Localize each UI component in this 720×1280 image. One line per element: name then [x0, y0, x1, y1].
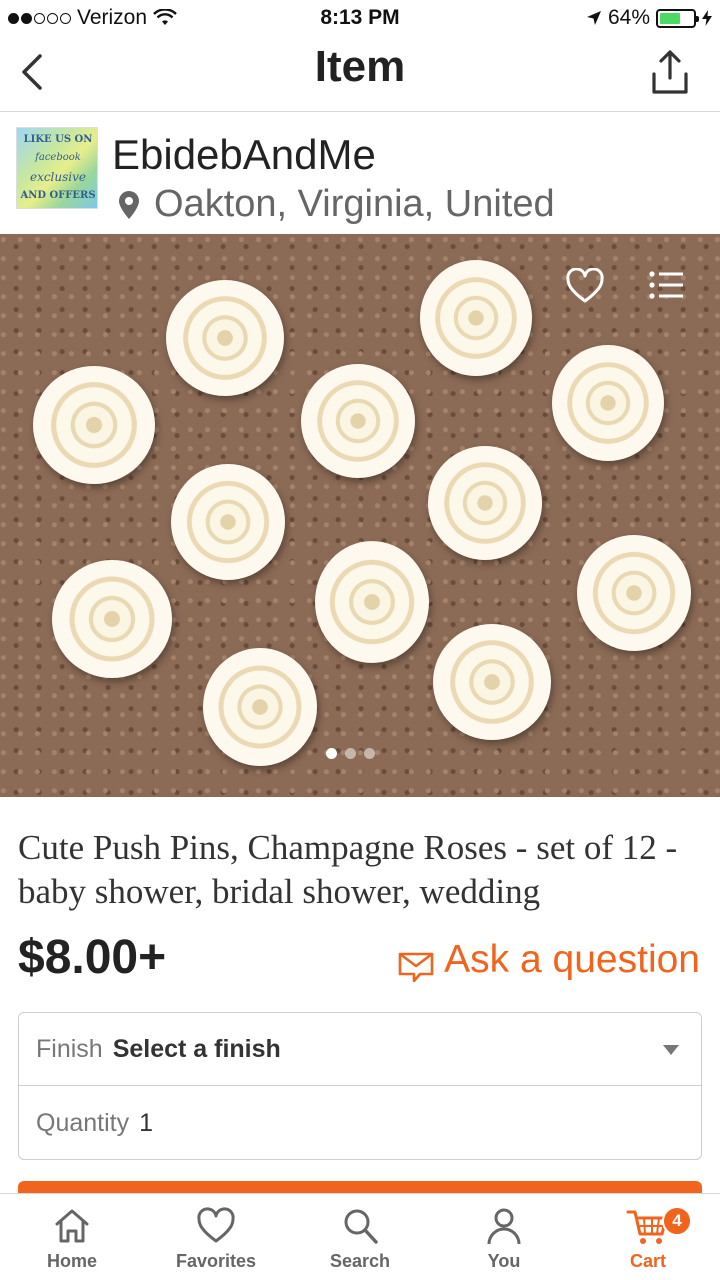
page-dot	[345, 748, 356, 759]
avatar-text-2: facebook	[35, 152, 81, 163]
page-dot	[364, 748, 375, 759]
finish-select[interactable]: Finish Select a finish	[19, 1013, 701, 1086]
avatar-text-3: exclusive	[29, 170, 87, 184]
finish-value: Select a finish	[112, 1034, 281, 1063]
battery-icon	[656, 8, 699, 28]
shop-location: Oakton, Virginia, United	[118, 183, 555, 226]
rose-pin	[171, 464, 285, 580]
tab-favorites[interactable]: Favorites	[144, 1194, 288, 1280]
tab-home-label: Home	[46, 1251, 97, 1271]
item-price: $8.00+	[18, 931, 167, 984]
rose-pin	[315, 541, 429, 663]
rose-pin	[552, 345, 664, 461]
status-bar: Verizon 8:13 PM 64%	[0, 0, 720, 36]
rose-pin	[52, 560, 172, 678]
ask-question-button[interactable]: Ask a question	[398, 938, 700, 982]
variation-box: Finish Select a finish Quantity 1	[18, 1012, 702, 1160]
rose-pin	[433, 624, 551, 740]
heart-icon	[197, 1207, 235, 1243]
tab-search-label: Search	[329, 1251, 391, 1271]
list-icon[interactable]	[648, 270, 684, 300]
page-dot-active	[326, 748, 337, 759]
envelope-icon	[398, 952, 434, 982]
person-icon	[487, 1208, 521, 1245]
cart-badge: 4	[662, 1206, 692, 1236]
page-title: Item	[314, 42, 406, 91]
photo-page-indicator[interactable]	[326, 748, 375, 759]
shop-avatar[interactable]: LIKE US ON facebook exclusive AND OFFERS	[16, 127, 98, 209]
product-photo[interactable]	[0, 234, 720, 797]
tab-favorites-label: Favorites	[175, 1251, 257, 1271]
tab-you[interactable]: You	[432, 1194, 576, 1280]
rose-pin	[203, 648, 317, 766]
tab-home[interactable]: Home	[0, 1194, 144, 1280]
rose-pin	[577, 535, 691, 651]
home-icon	[55, 1209, 89, 1243]
caret-down-icon	[663, 1045, 679, 1055]
rose-pin	[166, 280, 284, 396]
quantity-value: 1	[139, 1109, 154, 1137]
tab-search[interactable]: Search	[288, 1194, 432, 1280]
avatar-text-4: AND OFFERS	[20, 190, 96, 201]
quantity-label: Quantity	[36, 1109, 130, 1137]
status-right: 64%	[586, 6, 712, 30]
tab-you-label: You	[487, 1251, 521, 1271]
shop-location-text: Oakton, Virginia, United	[154, 183, 555, 225]
rose-pin	[301, 364, 415, 478]
finish-label: Finish	[36, 1034, 103, 1063]
search-icon	[344, 1209, 378, 1244]
location-arrow-icon	[586, 11, 601, 25]
location-pin-icon	[119, 190, 139, 219]
tab-cart-label: Cart	[629, 1251, 666, 1271]
tab-bar: Home Favorites Search You 4 Cart	[0, 1193, 720, 1280]
heart-outline-icon[interactable]	[566, 268, 604, 304]
battery-percent: 64%	[607, 6, 650, 29]
charging-bolt-icon	[702, 10, 712, 26]
navigation-bar: Item	[0, 36, 720, 112]
rose-pin	[428, 446, 542, 560]
quantity-select[interactable]: Quantity 1	[19, 1087, 701, 1160]
ask-question-label: Ask a question	[444, 938, 700, 981]
avatar-text-1: LIKE US ON	[23, 134, 93, 145]
rose-pin	[33, 366, 155, 484]
shop-name[interactable]: EbidebAndMe	[112, 131, 376, 179]
tab-cart[interactable]: 4 Cart	[576, 1194, 720, 1280]
rose-pin	[420, 260, 532, 376]
shop-header[interactable]: LIKE US ON facebook exclusive AND OFFERS…	[0, 113, 720, 234]
share-icon[interactable]	[648, 48, 692, 96]
item-title: Cute Push Pins, Champagne Roses - set of…	[18, 828, 678, 911]
